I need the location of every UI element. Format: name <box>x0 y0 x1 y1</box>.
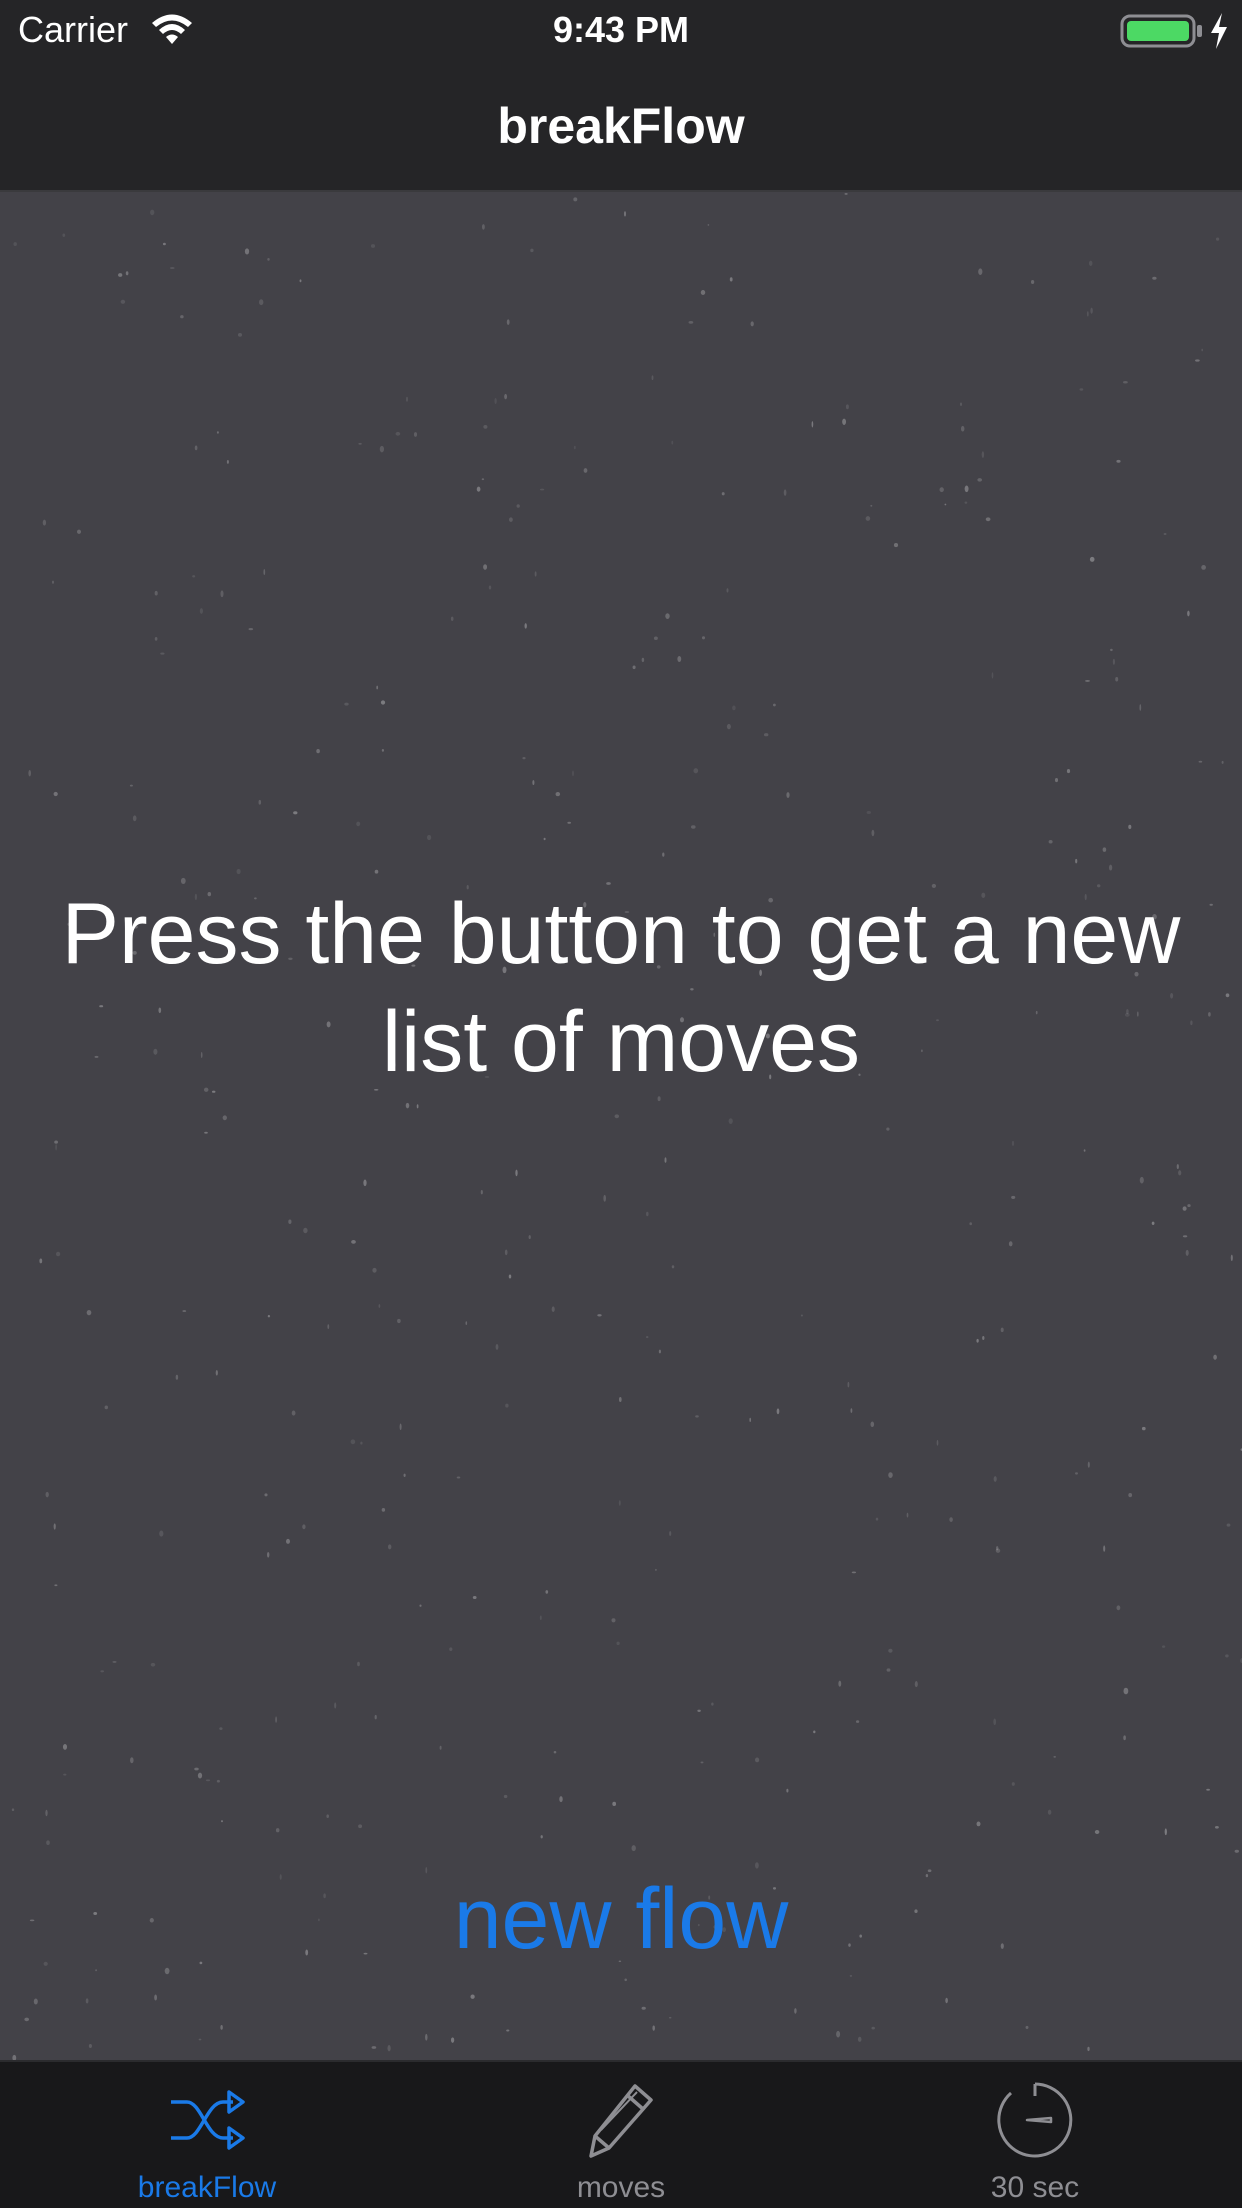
app-screen: Carrier 9:43 PM breakFlow Press the butt… <box>0 0 1242 2208</box>
tab-label: breakFlow <box>137 2171 277 2204</box>
background-texture <box>11 193 1242 2060</box>
charging-bolt-icon <box>1211 13 1227 49</box>
timer-icon <box>997 2082 1073 2158</box>
status-time: 9:43 PM <box>552 9 690 50</box>
tab-label: moves <box>576 2171 666 2204</box>
page-title: breakFlow <box>497 98 745 154</box>
tab-label: 30 sec <box>990 2171 1080 2204</box>
tab-breakflow[interactable]: breakFlow <box>0 2062 414 2208</box>
battery-icon <box>1120 14 1202 48</box>
status-bar: Carrier 9:43 PM <box>0 0 1242 60</box>
tab-moves[interactable]: moves <box>414 2062 828 2208</box>
pencil-icon <box>589 2084 653 2158</box>
tab-bar: breakFlow moves 30 sec <box>0 2060 1242 2208</box>
new-flow-button[interactable]: new flow <box>371 1864 871 1974</box>
main-content: Press the button to get a new list of mo… <box>0 192 1242 2060</box>
shuffle-icon <box>171 2090 245 2150</box>
instruction-text: Press the button to get a new list of mo… <box>61 886 1181 1090</box>
tab-timer[interactable]: 30 sec <box>828 2062 1242 2208</box>
navigation-bar: breakFlow <box>0 60 1242 192</box>
